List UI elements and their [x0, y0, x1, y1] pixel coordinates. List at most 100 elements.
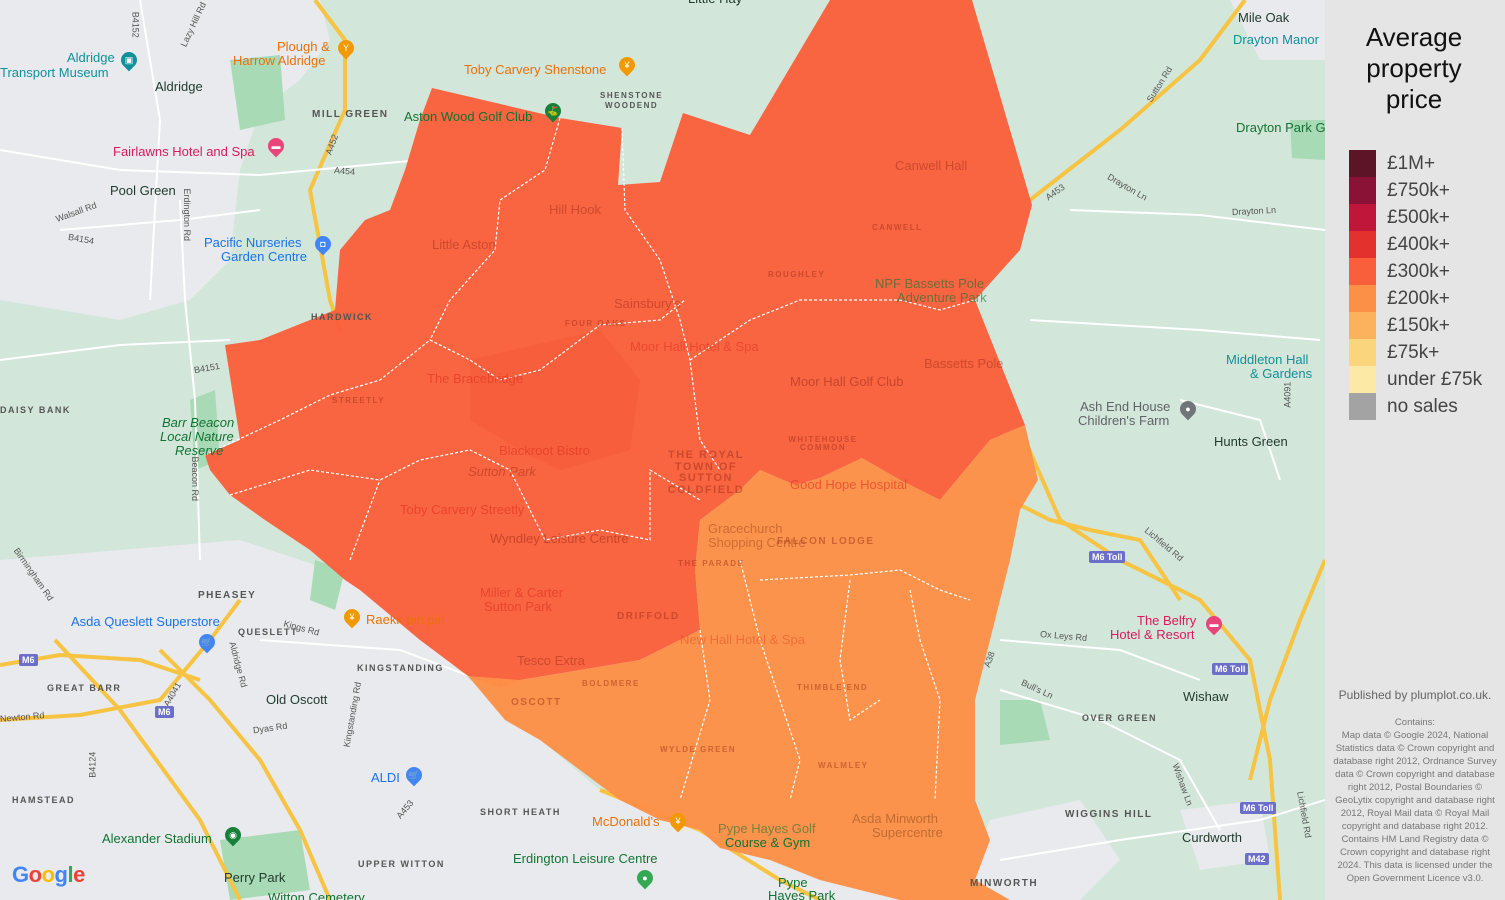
poi-label[interactable]: Garden Centre: [221, 250, 307, 264]
poi-label[interactable]: Aldridge: [67, 51, 115, 65]
poi-label[interactable]: Miller & Carter: [480, 586, 563, 600]
poi-label[interactable]: Witton Cemetery: [268, 891, 365, 900]
leisure-icon[interactable]: ●: [633, 866, 657, 890]
poi-label[interactable]: Supercentre: [872, 826, 943, 840]
poi-label[interactable]: Local Nature: [160, 430, 234, 444]
place-label: Little Hay: [688, 0, 742, 6]
place-label: Sutton Park: [468, 464, 536, 479]
poi-label[interactable]: Course & Gym: [725, 836, 810, 850]
shopping-icon[interactable]: ◘: [311, 232, 335, 256]
legend-title: Average property price: [1325, 22, 1503, 115]
poi-label[interactable]: Drayton Park Golf: [1236, 121, 1325, 135]
poi-label[interactable]: Hotel & Resort: [1110, 628, 1195, 642]
legend-title-line: Average: [1365, 22, 1463, 52]
poi-label[interactable]: Pacific Nurseries: [204, 236, 302, 250]
stadium-icon[interactable]: ◉: [221, 823, 245, 847]
restaurant-icon[interactable]: ¥: [666, 809, 690, 833]
motorway-shield: M6 Toll: [1240, 802, 1277, 814]
legend-swatch: [1349, 258, 1376, 285]
place-label: Little Aston: [432, 237, 496, 252]
bar-icon[interactable]: Y: [334, 36, 358, 60]
legend-swatch: [1349, 285, 1376, 312]
legend-label: £400k+: [1387, 234, 1450, 255]
poi-label[interactable]: Wyndley Leisure Centre: [490, 532, 629, 546]
place-label: ROUGHLEY: [768, 270, 826, 279]
shopping-cart-icon[interactable]: 🛒: [195, 630, 219, 654]
legend-label: under £75k: [1387, 369, 1483, 390]
poi-label[interactable]: Barr Beacon: [162, 416, 234, 430]
poi-label[interactable]: Shopping Centre: [708, 536, 806, 550]
legend-label: no sales: [1387, 396, 1458, 417]
poi-label[interactable]: Aston Wood Golf Club: [404, 110, 532, 124]
poi-label[interactable]: Sainsbury's: [614, 297, 681, 311]
poi-label[interactable]: Alexander Stadium: [102, 832, 212, 846]
poi-label[interactable]: Children's Farm: [1078, 414, 1169, 428]
road-label: B4152: [130, 11, 141, 38]
poi-label[interactable]: NPF Bassetts Pole: [875, 277, 984, 291]
place-label: Aldridge: [155, 79, 203, 94]
poi-label[interactable]: The Bracebridge: [427, 372, 523, 386]
shopping-cart-icon[interactable]: 🛒: [402, 763, 426, 787]
poi-label[interactable]: Blackroot Bistro: [499, 444, 590, 458]
legend-label: £150k+: [1387, 315, 1450, 336]
poi-label[interactable]: Erdington Leisure Centre: [513, 852, 658, 866]
poi-label[interactable]: Middleton Hall: [1226, 353, 1308, 367]
poi-label[interactable]: Good Hope Hospital: [790, 478, 907, 492]
legend-item: £75k+: [1349, 339, 1505, 366]
poi-label[interactable]: Sutton Park: [484, 600, 552, 614]
place-label: BOLDMERE: [582, 679, 640, 688]
poi-label[interactable]: Toby Carvery Streetly: [400, 503, 524, 517]
legend-label: £500k+: [1387, 207, 1450, 228]
place-pin-icon[interactable]: ●: [1176, 397, 1200, 421]
poi-label[interactable]: Ash End House: [1080, 400, 1170, 414]
place-label: UPPER WITTON: [358, 859, 445, 869]
restaurant-icon[interactable]: ¥: [615, 53, 639, 77]
poi-label[interactable]: Pype Hayes Golf: [718, 822, 816, 836]
poi-label[interactable]: Asda Queslett Superstore: [71, 615, 220, 629]
legend-swatch: [1349, 150, 1376, 177]
poi-label[interactable]: Plough &: [277, 40, 330, 54]
poi-label[interactable]: ALDI: [371, 771, 400, 785]
legend-item: no sales: [1349, 393, 1505, 420]
place-label: Canwell Hall: [895, 158, 968, 173]
legend-swatch: [1349, 312, 1376, 339]
poi-label[interactable]: Adventure Park: [897, 291, 987, 305]
legend-swatch: [1349, 177, 1376, 204]
place-label: MINWORTH: [970, 878, 1039, 889]
poi-label[interactable]: Toby Carvery Shenstone: [464, 63, 606, 77]
legend-panel: Average property price £1M+ £750k+ £500k+ £…: [1325, 0, 1505, 900]
golf-icon[interactable]: ⛳: [541, 99, 565, 123]
poi-label[interactable]: McDonald's: [592, 815, 660, 829]
poi-label[interactable]: Moor Hall Hotel & Spa: [630, 340, 759, 354]
poi-label[interactable]: & Gardens: [1250, 367, 1312, 381]
road-label: Erdington Rd: [181, 188, 192, 241]
place-label: OSCOTT: [511, 697, 562, 708]
legend-item: £150k+: [1349, 312, 1505, 339]
legend-label: £200k+: [1387, 288, 1450, 309]
museum-icon[interactable]: ▣: [117, 48, 141, 72]
legend-title-line: price: [1385, 84, 1443, 114]
legend-item: £1M+: [1349, 150, 1505, 177]
place-label: KINGSTANDING: [357, 663, 444, 673]
legend-swatch: [1349, 393, 1376, 420]
poi-label[interactable]: Moor Hall Golf Club: [790, 375, 903, 389]
publisher-credit: Published by plumplot.co.uk.: [1338, 688, 1492, 702]
poi-label[interactable]: Tesco Extra: [517, 654, 585, 668]
poi-label[interactable]: Asda Minworth: [852, 812, 938, 826]
hotel-icon[interactable]: ▬: [1202, 612, 1226, 636]
choropleth-map[interactable]: Aldridge Pool Green MILL GREEN HARDWICK …: [0, 0, 1325, 900]
urban-mile-oak: [1230, 0, 1325, 60]
motorway-shield: M6 Toll: [1212, 663, 1249, 675]
poi-label[interactable]: Transport Museum: [0, 66, 109, 80]
poi-label[interactable]: The Belfry: [1137, 614, 1196, 628]
legend-label: £1M+: [1387, 153, 1436, 174]
poi-label[interactable]: Hayes Park: [768, 889, 835, 900]
restaurant-icon[interactable]: ¥: [340, 605, 364, 629]
poi-label[interactable]: New Hall Hotel & Spa: [680, 633, 805, 647]
poi-label[interactable]: Harrow Aldridge: [233, 54, 326, 68]
poi-label[interactable]: Drayton Manor: [1233, 33, 1319, 47]
hotel-icon[interactable]: ▬: [264, 134, 288, 158]
poi-label[interactable]: Gracechurch: [708, 522, 782, 536]
poi-label[interactable]: Raekk piri piri: [366, 613, 445, 627]
poi-label[interactable]: Fairlawns Hotel and Spa: [113, 145, 255, 159]
